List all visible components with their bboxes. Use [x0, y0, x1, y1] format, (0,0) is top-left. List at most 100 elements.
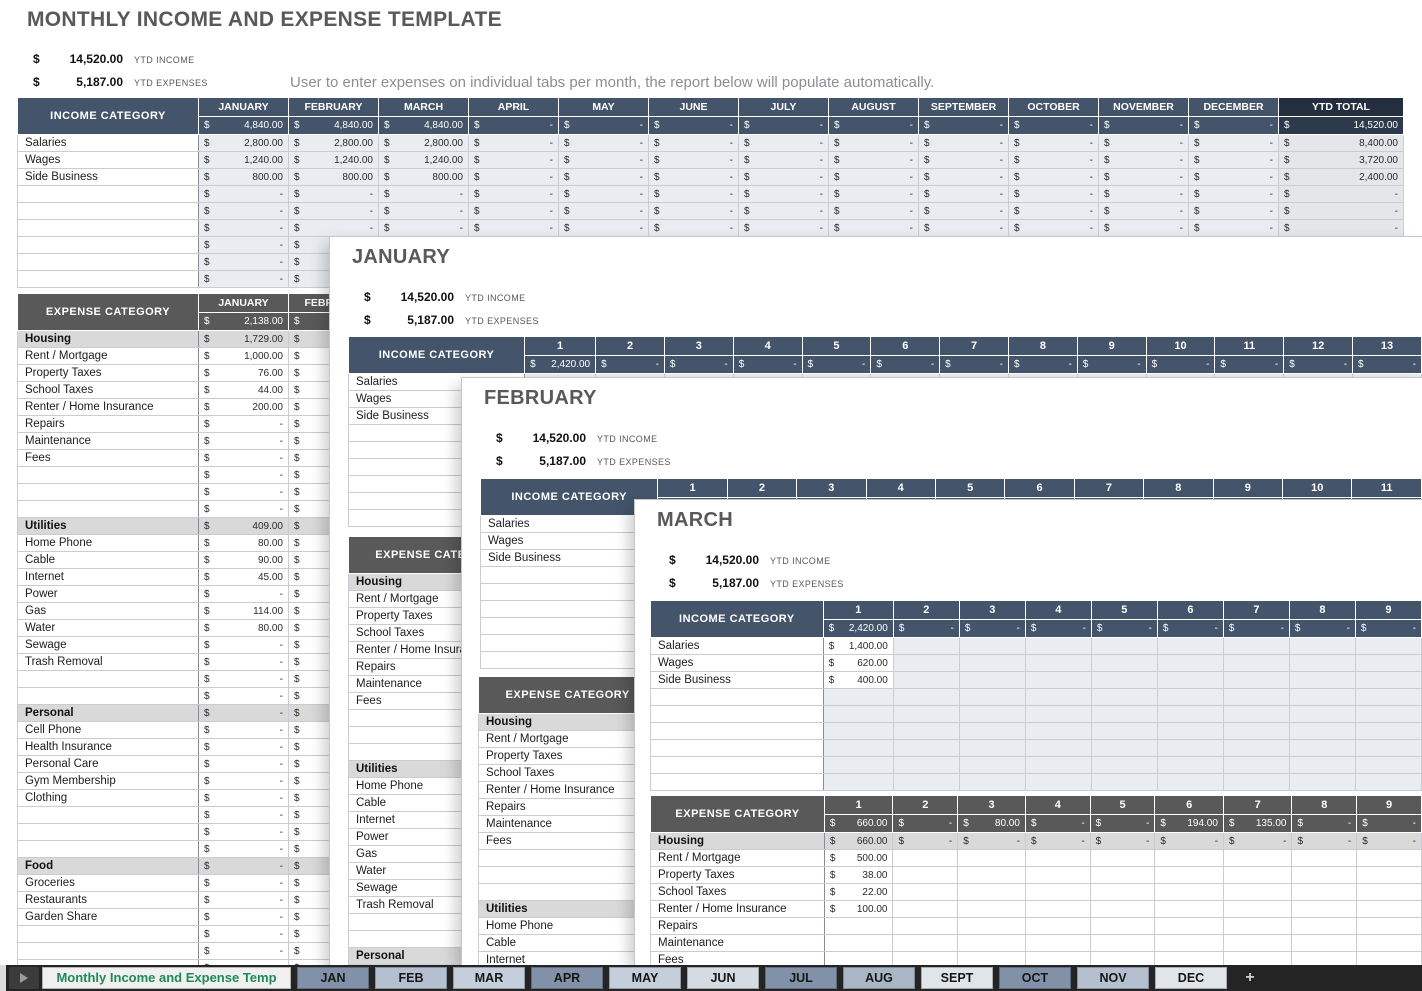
value-cell[interactable]	[1090, 867, 1155, 884]
tab-dec[interactable]: DEC	[1155, 967, 1227, 989]
value-cell[interactable]: $45.00	[199, 569, 289, 586]
value-cell[interactable]	[959, 723, 1025, 740]
row-label-cell[interactable]	[18, 220, 199, 237]
value-cell[interactable]: $-	[199, 773, 289, 790]
value-cell[interactable]	[893, 757, 959, 774]
value-cell[interactable]	[958, 918, 1026, 935]
value-cell[interactable]	[1357, 935, 1422, 952]
row-label-cell[interactable]: Gym Membership	[18, 773, 199, 790]
sheet-nav-button[interactable]	[9, 967, 39, 989]
row-label-cell[interactable]: Salaries	[18, 135, 199, 152]
row-label-cell[interactable]	[18, 203, 199, 220]
value-cell[interactable]: $-	[919, 135, 1009, 152]
value-cell[interactable]	[1090, 884, 1155, 901]
value-cell[interactable]	[893, 774, 959, 791]
value-cell[interactable]: $-	[469, 203, 559, 220]
value-cell[interactable]: $-	[1090, 833, 1155, 850]
value-cell[interactable]: $-	[469, 186, 559, 203]
row-label-cell[interactable]	[481, 601, 658, 618]
value-cell[interactable]: $-	[649, 152, 739, 169]
value-cell[interactable]: $-	[559, 203, 649, 220]
row-label-cell[interactable]: Wages	[18, 152, 199, 169]
row-label-cell[interactable]	[18, 926, 199, 943]
value-cell[interactable]: $-	[958, 833, 1026, 850]
value-cell[interactable]: $-	[469, 220, 559, 237]
value-cell[interactable]: $-	[559, 135, 649, 152]
value-cell[interactable]: $-	[919, 220, 1009, 237]
value-cell[interactable]	[959, 774, 1025, 791]
row-label-cell[interactable]: Trash Removal	[18, 654, 199, 671]
value-cell[interactable]: $-	[199, 943, 289, 960]
value-cell[interactable]	[959, 740, 1025, 757]
value-cell[interactable]: $-	[829, 169, 919, 186]
row-label-cell[interactable]	[18, 271, 199, 288]
row-label-cell[interactable]: Health Insurance	[18, 739, 199, 756]
tab-feb[interactable]: FEB	[375, 967, 447, 989]
value-cell[interactable]	[1355, 774, 1421, 791]
value-cell[interactable]: $-	[199, 654, 289, 671]
row-label-cell[interactable]: Property Taxes	[651, 867, 825, 884]
value-cell[interactable]: $80.00	[199, 535, 289, 552]
value-cell[interactable]: $-	[199, 739, 289, 756]
value-cell[interactable]: $-	[1009, 186, 1099, 203]
value-cell[interactable]: $-	[919, 169, 1009, 186]
value-cell[interactable]	[1289, 774, 1355, 791]
row-label-cell[interactable]: Renter / Home Insurance	[18, 399, 199, 416]
value-cell[interactable]	[893, 655, 959, 672]
value-cell[interactable]	[893, 740, 959, 757]
value-cell[interactable]: $-	[469, 152, 559, 169]
row-label-cell[interactable]: Clothing	[18, 790, 199, 807]
value-cell[interactable]	[1355, 706, 1421, 723]
value-cell[interactable]: $-	[1155, 833, 1224, 850]
tab-apr[interactable]: APR	[531, 967, 603, 989]
row-label-cell[interactable]: School Taxes	[479, 765, 657, 782]
value-cell[interactable]	[958, 867, 1026, 884]
row-label-cell[interactable]: Utilities	[479, 901, 657, 918]
ytd-value-cell[interactable]: $3,720.00	[1279, 152, 1404, 169]
value-cell[interactable]: $-	[739, 152, 829, 169]
value-cell[interactable]	[1090, 952, 1155, 966]
row-label-cell[interactable]	[481, 567, 658, 584]
value-cell[interactable]: $1,240.00	[379, 152, 469, 169]
value-cell[interactable]	[1357, 952, 1422, 966]
value-cell[interactable]: $-	[289, 203, 379, 220]
add-sheet-button[interactable]: +	[1235, 967, 1265, 989]
value-cell[interactable]: $-	[649, 203, 739, 220]
value-cell[interactable]: $-	[1189, 203, 1279, 220]
value-cell[interactable]: $-	[289, 186, 379, 203]
row-label-cell[interactable]: Personal Care	[18, 756, 199, 773]
value-cell[interactable]: $-	[1099, 152, 1189, 169]
value-cell[interactable]: $-	[1292, 833, 1357, 850]
value-cell[interactable]	[893, 850, 958, 867]
row-label-cell[interactable]: Restaurants	[18, 892, 199, 909]
row-label-cell[interactable]: Maintenance	[479, 816, 657, 833]
row-label-cell[interactable]: Gas	[18, 603, 199, 620]
tab-nov[interactable]: NOV	[1077, 967, 1149, 989]
value-cell[interactable]	[959, 638, 1025, 655]
value-cell[interactable]: $-	[893, 833, 958, 850]
ytd-value-cell[interactable]: $8,400.00	[1279, 135, 1404, 152]
value-cell[interactable]: $-	[739, 203, 829, 220]
value-cell[interactable]: $-	[829, 203, 919, 220]
row-label-cell[interactable]	[481, 635, 658, 652]
value-cell[interactable]	[1091, 740, 1157, 757]
row-label-cell[interactable]: Internet	[18, 569, 199, 586]
value-cell[interactable]	[1223, 689, 1289, 706]
value-cell[interactable]	[1289, 740, 1355, 757]
row-label-cell[interactable]: Garden Share	[18, 909, 199, 926]
value-cell[interactable]	[1091, 706, 1157, 723]
value-cell[interactable]	[1289, 757, 1355, 774]
value-cell[interactable]	[1025, 918, 1090, 935]
value-cell[interactable]: $-	[199, 637, 289, 654]
ytd-value-cell[interactable]: $-	[1279, 203, 1404, 220]
value-cell[interactable]	[1289, 655, 1355, 672]
value-cell[interactable]	[1091, 689, 1157, 706]
row-label-cell[interactable]: Renter / Home Insurance	[479, 782, 657, 799]
value-cell[interactable]	[1025, 850, 1090, 867]
value-cell[interactable]	[823, 706, 893, 723]
value-cell[interactable]: $-	[919, 203, 1009, 220]
row-label-cell[interactable]: Sewage	[18, 637, 199, 654]
value-cell[interactable]: $-	[199, 722, 289, 739]
value-cell[interactable]	[958, 901, 1026, 918]
row-label-cell[interactable]	[18, 807, 199, 824]
